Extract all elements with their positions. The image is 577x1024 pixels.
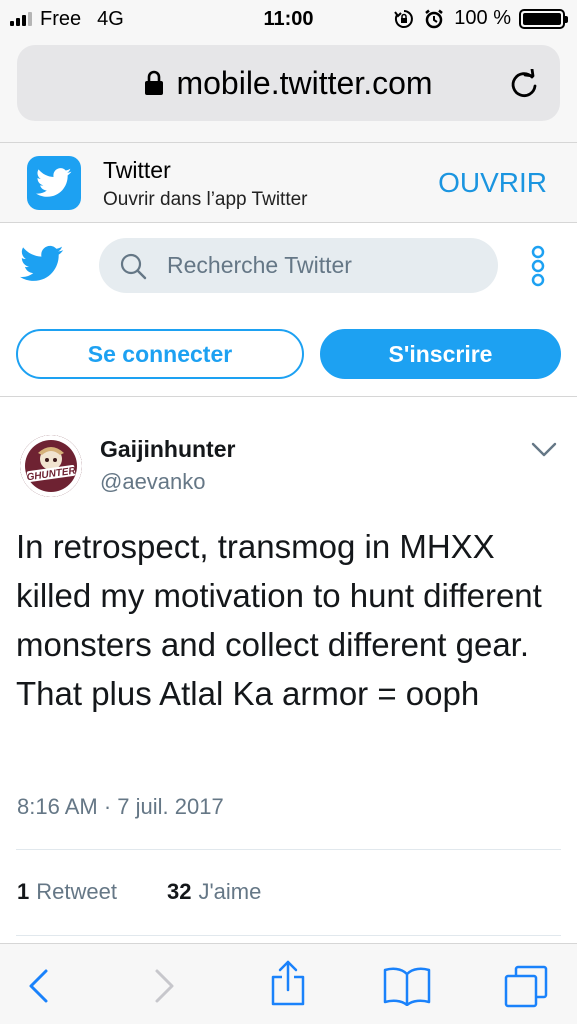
address-bar[interactable]: mobile.twitter.com [17,45,560,121]
avatar[interactable]: GHUNTER [20,435,82,497]
forward-icon[interactable] [154,968,176,1004]
avatar-logo-icon: GHUNTER [20,435,82,497]
more-options-icon[interactable] [530,245,546,287]
search-box[interactable] [99,238,498,293]
retweets-label: Retweet [36,879,117,904]
reload-icon[interactable] [510,69,538,99]
login-button[interactable]: Se connecter [16,329,304,379]
browser-address-area: mobile.twitter.com [0,38,577,143]
chevron-down-icon[interactable] [531,442,557,458]
author-name[interactable]: Gaijinhunter [100,436,235,463]
address-bar-content: mobile.twitter.com [17,45,560,121]
tweet-timestamp[interactable]: 8:16 AM · 7 juil. 2017 [17,794,224,820]
twitter-bird-icon [36,168,72,197]
banner-title: Twitter [103,157,171,183]
auth-buttons: Se connecter S'inscrire [0,307,577,397]
retweets-count: 1 [17,879,30,904]
battery-percentage: 100 % [454,7,511,29]
twitter-logo-icon[interactable] [20,245,64,283]
divider [16,935,561,936]
alarm-icon [425,9,444,28]
status-right: 100 % [394,7,568,30]
retweets-stat[interactable]: 1 Retweet [17,879,117,905]
tweet: GHUNTER Gaijinhunter @aevanko In retrosp… [0,398,577,943]
app-banner: Twitter Ouvrir dans l’app Twitter OUVRIR [0,143,577,223]
likes-stat[interactable]: 32 J'aime [167,879,261,905]
author-handle[interactable]: @aevanko [100,469,206,495]
likes-label: J'aime [198,879,262,904]
search-input[interactable] [167,252,487,279]
share-icon[interactable] [270,960,306,1006]
back-icon[interactable] [27,968,49,1004]
signup-button[interactable]: S'inscrire [320,329,561,379]
rotation-lock-icon [394,9,414,28]
lock-icon [145,70,164,95]
battery-level [523,12,561,25]
twitter-app-icon [27,156,81,210]
divider [16,849,561,850]
tweet-stats: 1 Retweet 32 J'aime [17,879,261,905]
likes-count: 32 [166,879,192,904]
banner-subtitle: Ouvrir dans l’app Twitter [103,189,308,210]
twitter-header [0,223,577,307]
browser-toolbar [0,943,577,1024]
bookmarks-icon[interactable] [383,966,431,1006]
url-text: mobile.twitter.com [176,64,433,101]
status-bar: Free 4G 11:00 100 % [0,0,577,38]
tabs-icon[interactable] [503,964,549,1008]
tweet-text: In retrospect, transmog in MHXX killed m… [16,528,542,712]
open-app-button[interactable]: OUVRIR [438,167,547,199]
battery-icon [519,8,568,29]
search-icon [120,253,147,279]
